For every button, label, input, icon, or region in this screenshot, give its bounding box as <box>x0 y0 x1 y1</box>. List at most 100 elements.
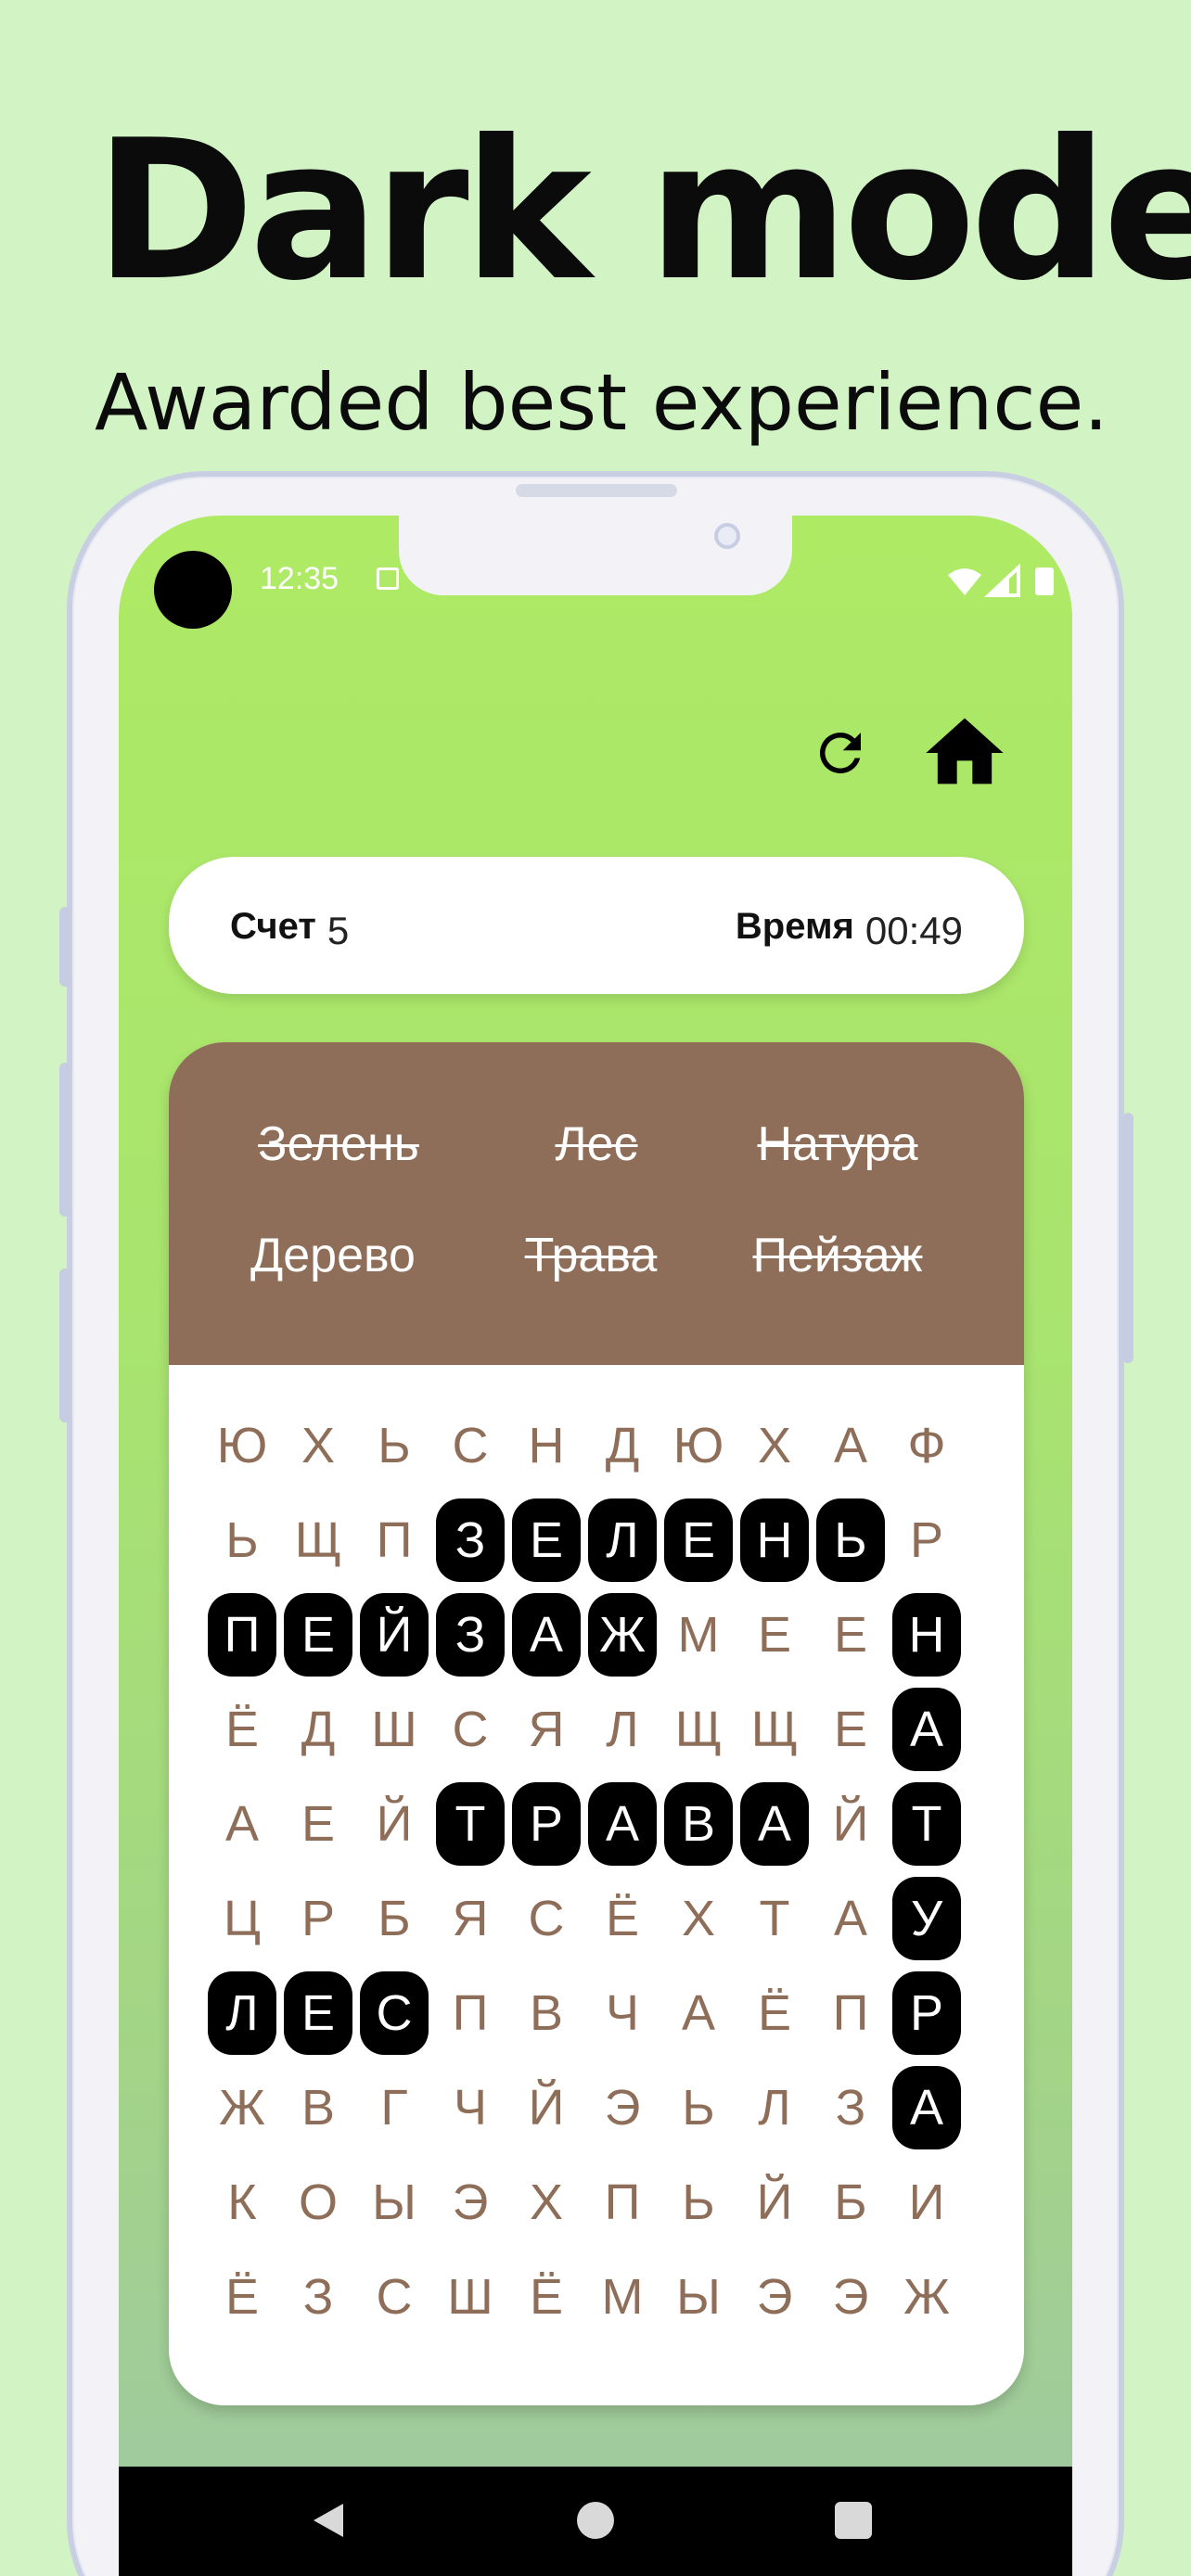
grid-cell[interactable]: А <box>512 1593 581 1677</box>
grid-cell[interactable]: Е <box>816 1688 885 1771</box>
grid-cell[interactable]: Й <box>360 1593 429 1677</box>
grid-cell[interactable]: О <box>284 2161 352 2244</box>
home-button[interactable] <box>918 707 1011 799</box>
grid-cell[interactable]: Р <box>284 1877 352 1960</box>
grid-cell[interactable]: Ё <box>588 1877 657 1960</box>
grid-cell[interactable]: Ш <box>436 2255 505 2339</box>
grid-cell[interactable]: Щ <box>664 1688 733 1771</box>
grid-cell[interactable]: Ж <box>208 2066 276 2149</box>
grid-cell[interactable]: Е <box>284 1971 352 2055</box>
grid-cell[interactable]: Р <box>892 1498 961 1582</box>
grid-cell[interactable]: Н <box>892 1593 961 1677</box>
grid-cell[interactable]: Е <box>740 1593 809 1677</box>
grid-cell[interactable]: В <box>512 1971 581 2055</box>
grid-cell[interactable]: Л <box>588 1688 657 1771</box>
grid-cell[interactable]: Б <box>360 1877 429 1960</box>
grid-cell[interactable]: Е <box>816 1593 885 1677</box>
grid-cell[interactable]: А <box>816 1877 885 1960</box>
grid-cell[interactable]: З <box>284 2255 352 2339</box>
grid-cell[interactable]: А <box>588 1782 657 1866</box>
grid-cell[interactable]: Л <box>740 2066 809 2149</box>
grid-cell[interactable]: П <box>208 1593 276 1677</box>
grid-cell[interactable]: Б <box>816 2161 885 2244</box>
grid-cell[interactable]: Э <box>740 2255 809 2339</box>
grid-cell[interactable]: У <box>892 1877 961 1960</box>
grid-cell[interactable]: Е <box>284 1782 352 1866</box>
nav-home-icon[interactable] <box>577 2502 614 2539</box>
grid-cell[interactable]: А <box>816 1404 885 1487</box>
grid-cell[interactable]: Т <box>436 1782 505 1866</box>
grid-cell[interactable]: Э <box>436 2161 505 2244</box>
grid-cell[interactable]: Ж <box>892 2255 961 2339</box>
grid-cell[interactable]: З <box>816 2066 885 2149</box>
grid-cell[interactable]: Ё <box>208 1688 276 1771</box>
grid-cell[interactable]: Х <box>664 1877 733 1960</box>
grid-cell[interactable]: Т <box>740 1877 809 1960</box>
grid-cell[interactable]: М <box>664 1593 733 1677</box>
grid-cell[interactable]: Ы <box>664 2255 733 2339</box>
grid-cell[interactable]: Р <box>512 1782 581 1866</box>
grid-cell[interactable]: Ь <box>664 2066 733 2149</box>
grid-cell[interactable]: Ж <box>588 1593 657 1677</box>
grid-cell[interactable]: В <box>284 2066 352 2149</box>
grid-cell[interactable]: П <box>436 1971 505 2055</box>
grid-cell[interactable]: Ю <box>208 1404 276 1487</box>
grid-cell[interactable]: Ф <box>892 1404 961 1487</box>
grid-cell[interactable]: Ц <box>208 1877 276 1960</box>
grid-cell[interactable]: С <box>436 1404 505 1487</box>
grid-cell[interactable]: Р <box>892 1971 961 2055</box>
grid-cell[interactable]: Ч <box>588 1971 657 2055</box>
grid-cell[interactable]: С <box>360 2255 429 2339</box>
grid-cell[interactable]: Я <box>512 1688 581 1771</box>
grid-cell[interactable]: З <box>436 1498 505 1582</box>
grid-cell[interactable]: М <box>588 2255 657 2339</box>
grid-cell[interactable]: Й <box>816 1782 885 1866</box>
grid-cell[interactable]: Ю <box>664 1404 733 1487</box>
grid-cell[interactable]: Ё <box>512 2255 581 2339</box>
grid-cell[interactable]: Х <box>740 1404 809 1487</box>
grid-cell[interactable]: Т <box>892 1782 961 1866</box>
grid-cell[interactable]: Д <box>284 1688 352 1771</box>
grid-cell[interactable]: К <box>208 2161 276 2244</box>
grid-cell[interactable]: Н <box>512 1404 581 1487</box>
grid-cell[interactable]: Е <box>512 1498 581 1582</box>
grid-cell[interactable]: Е <box>664 1498 733 1582</box>
grid-cell[interactable]: Ь <box>360 1404 429 1487</box>
grid-cell[interactable]: И <box>892 2161 961 2244</box>
grid-cell[interactable]: С <box>436 1688 505 1771</box>
grid-cell[interactable]: Ы <box>360 2161 429 2244</box>
recents-icon[interactable] <box>835 2502 872 2539</box>
grid-cell[interactable]: А <box>892 2066 961 2149</box>
grid-cell[interactable]: С <box>512 1877 581 1960</box>
grid-cell[interactable]: Х <box>512 2161 581 2244</box>
grid-cell[interactable]: Л <box>208 1971 276 2055</box>
grid-cell[interactable]: А <box>664 1971 733 2055</box>
grid-cell[interactable]: Ч <box>436 2066 505 2149</box>
grid-cell[interactable]: Е <box>284 1593 352 1677</box>
back-icon[interactable] <box>301 2493 356 2548</box>
grid-cell[interactable]: Э <box>816 2255 885 2339</box>
grid-cell[interactable]: П <box>360 1498 429 1582</box>
grid-cell[interactable]: Ё <box>740 1971 809 2055</box>
grid-cell[interactable]: Й <box>512 2066 581 2149</box>
grid-cell[interactable]: А <box>208 1782 276 1866</box>
grid-cell[interactable]: В <box>664 1782 733 1866</box>
grid-cell[interactable]: Ш <box>360 1688 429 1771</box>
grid-cell[interactable]: Й <box>360 1782 429 1866</box>
grid-cell[interactable]: Ь <box>664 2161 733 2244</box>
grid-cell[interactable]: С <box>360 1971 429 2055</box>
grid-cell[interactable]: Э <box>588 2066 657 2149</box>
grid-cell[interactable]: Й <box>740 2161 809 2244</box>
grid-cell[interactable]: Щ <box>284 1498 352 1582</box>
grid-cell[interactable]: Я <box>436 1877 505 1960</box>
grid-cell[interactable]: Щ <box>740 1688 809 1771</box>
grid-cell[interactable]: Л <box>588 1498 657 1582</box>
letter-grid[interactable]: ЮХЬСНДЮХАФЬЩПЗЕЛЕНЬРПЕЙЗАЖМЕЕНЁДШСЯЛЩЩЕА… <box>208 1404 976 2350</box>
grid-cell[interactable]: П <box>588 2161 657 2244</box>
grid-cell[interactable]: Ь <box>208 1498 276 1582</box>
grid-cell[interactable]: П <box>816 1971 885 2055</box>
grid-cell[interactable]: Н <box>740 1498 809 1582</box>
grid-cell[interactable]: Г <box>360 2066 429 2149</box>
grid-cell[interactable]: Ь <box>816 1498 885 1582</box>
grid-cell[interactable]: З <box>436 1593 505 1677</box>
